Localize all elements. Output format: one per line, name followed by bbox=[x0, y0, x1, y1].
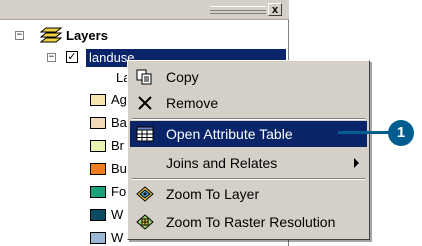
drag-grip-line bbox=[210, 10, 266, 11]
menu-item-label: Copy bbox=[166, 69, 199, 85]
legend-swatch[interactable] bbox=[90, 163, 106, 175]
copy-icon bbox=[136, 69, 152, 85]
menu-item-zoom-to-layer[interactable]: Zoom To Layer bbox=[130, 181, 367, 207]
layers-icon bbox=[40, 27, 62, 43]
layer-visibility-checkbox[interactable]: ✓ bbox=[66, 51, 78, 63]
submenu-arrow-icon bbox=[354, 158, 359, 168]
menu-item-label: Joins and Relates bbox=[166, 155, 278, 171]
close-button[interactable]: x bbox=[268, 3, 282, 16]
toc-titlebar[interactable]: x bbox=[0, 0, 289, 20]
menu-item-label: Zoom To Raster Resolution bbox=[166, 214, 336, 230]
layer-collapse-toggle[interactable]: − bbox=[47, 53, 56, 62]
callout-number-badge: 1 bbox=[388, 120, 414, 146]
legend-swatch[interactable] bbox=[90, 117, 106, 129]
menu-item-label: Open Attribute Table bbox=[166, 126, 293, 142]
menu-item-copy[interactable]: Copy bbox=[130, 64, 367, 90]
layers-root-label[interactable]: Layers bbox=[66, 28, 108, 43]
legend-label: W bbox=[111, 207, 124, 222]
zoom-raster-icon bbox=[136, 214, 154, 230]
legend-label: W bbox=[111, 230, 124, 245]
legend-label: Fo bbox=[111, 184, 127, 199]
menu-item-joins-and-relates[interactable]: Joins and Relates bbox=[130, 150, 367, 176]
menu-separator bbox=[132, 178, 365, 180]
table-icon bbox=[136, 126, 154, 142]
zoom-to-layer-icon bbox=[136, 186, 154, 202]
legend-swatch[interactable] bbox=[90, 140, 106, 152]
legend-label: Bu bbox=[111, 161, 127, 176]
legend-swatch[interactable] bbox=[90, 232, 106, 244]
legend-label: Br bbox=[111, 138, 124, 153]
legend-swatch[interactable] bbox=[90, 209, 106, 221]
menu-item-open-attribute-table[interactable]: Open Attribute Table bbox=[130, 121, 367, 147]
menu-item-zoom-to-raster-resolution[interactable]: Zoom To Raster Resolution bbox=[130, 209, 367, 235]
legend-label: Ba bbox=[111, 115, 127, 130]
menu-item-label: Zoom To Layer bbox=[166, 186, 260, 202]
legend-swatch[interactable] bbox=[90, 94, 106, 106]
menu-item-remove[interactable]: Remove bbox=[130, 90, 367, 116]
layer-context-menu: Copy Remove Open Attribute Table Joins a… bbox=[127, 60, 370, 240]
callout-leader-line bbox=[338, 131, 392, 134]
legend-swatch[interactable] bbox=[90, 186, 106, 198]
menu-item-label: Remove bbox=[166, 95, 219, 111]
legend-label: Ag bbox=[111, 92, 127, 107]
menu-separator bbox=[132, 118, 365, 120]
root-collapse-toggle[interactable]: − bbox=[15, 31, 24, 40]
remove-icon bbox=[138, 96, 152, 110]
